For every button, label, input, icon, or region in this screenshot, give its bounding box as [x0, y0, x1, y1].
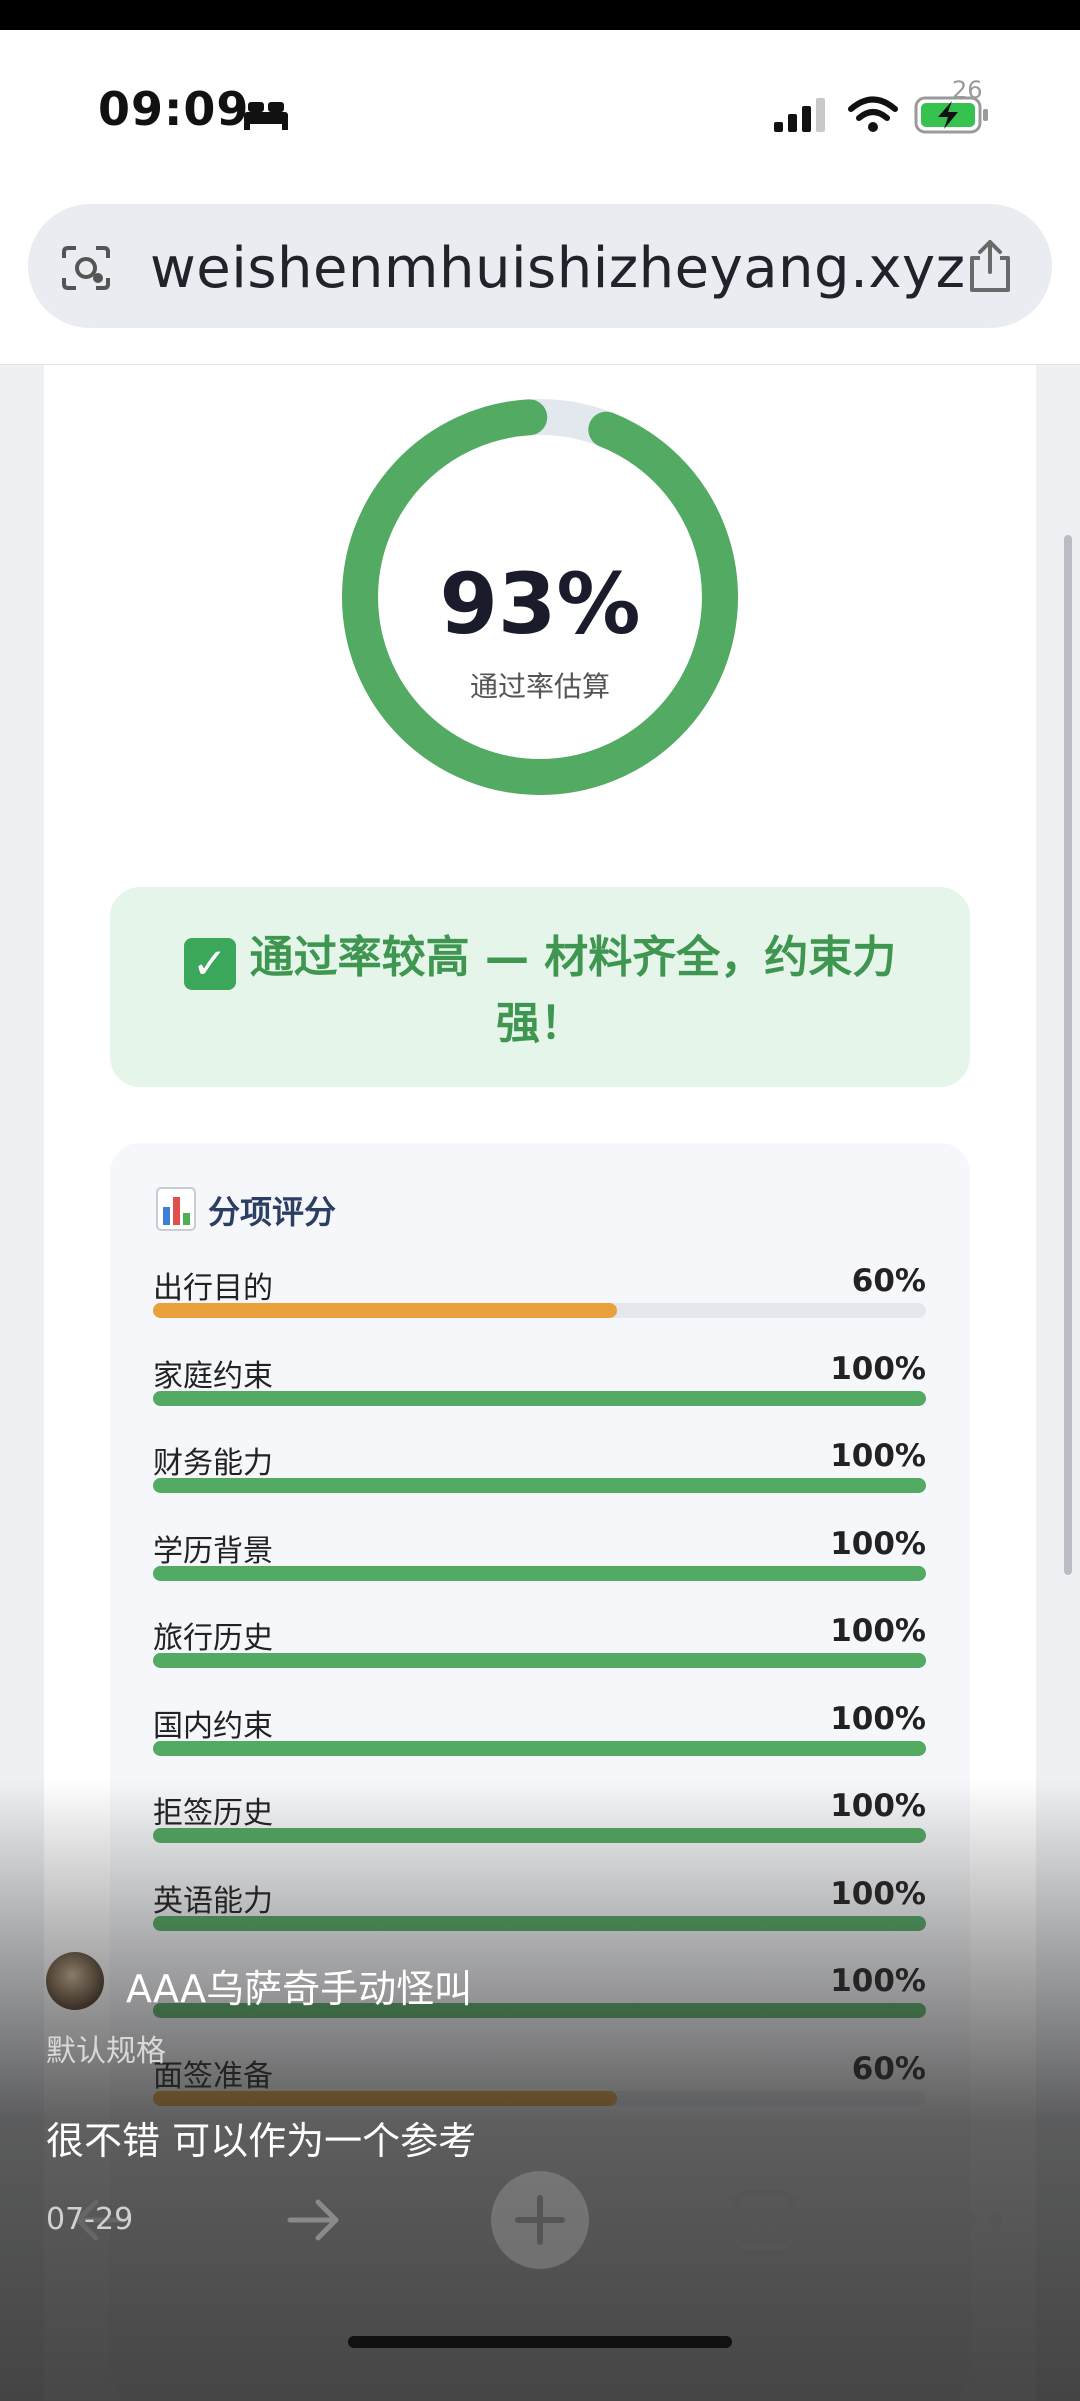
post-username[interactable]: AAA乌萨奇手动怪叫: [126, 1958, 472, 2013]
post-spec: 默认规格: [46, 2034, 166, 2069]
browser-toolbar: 22: [0, 2160, 1080, 2300]
score-bar-track: [153, 1653, 926, 1668]
score-bar-track: [153, 1740, 926, 1756]
score-value: 60%: [851, 1263, 926, 1299]
screen: { "status_bar": {"time": "09:09", "small…: [0, 0, 1080, 2401]
score-bar-track: [153, 1478, 926, 1493]
check-mark-icon: ✓: [183, 938, 236, 990]
tabs-button[interactable]: 22: [724, 2160, 804, 2280]
score-bar-fill: [153, 1740, 926, 1756]
tab-count: 22: [734, 2190, 794, 2250]
score-label: 国内约束: [153, 1708, 273, 1744]
page-scrollbar[interactable]: [1064, 535, 1072, 1575]
score-label: 出行目的: [153, 1271, 273, 1306]
score-row: 出行目的 60%: [153, 1263, 926, 1343]
status-time: 09:09: [98, 82, 250, 136]
address-bar[interactable]: weishenmhuishizheyang.xyz: [28, 204, 1052, 328]
new-tab-button[interactable]: [490, 2160, 590, 2280]
status-bar: 09:09 26: [0, 30, 1080, 200]
score-bar-track: [153, 1565, 926, 1581]
battery-charging-icon: [914, 96, 988, 134]
sleep-focus-icon: [244, 102, 288, 130]
score-value: 100%: [830, 1700, 926, 1737]
bar-chart-icon: [156, 1187, 196, 1231]
pass-rate-caption: 通过率估算: [469, 670, 610, 703]
post-comment: 很不错 可以作为一个参考: [46, 2119, 477, 2163]
score-value: 100%: [830, 1525, 926, 1562]
forward-arrow-icon: [287, 2199, 339, 2241]
score-label: 旅行历史: [153, 1621, 273, 1656]
score-breakdown-title: 分项评分: [208, 1193, 337, 1231]
url-text[interactable]: weishenmhuishizheyang.xyz: [150, 236, 966, 301]
wifi-icon: [848, 96, 898, 132]
score-row: 财务能力 100%: [153, 1438, 926, 1518]
score-value: 100%: [830, 1350, 926, 1387]
share-icon[interactable]: [964, 238, 1016, 294]
top-black-bar: [0, 0, 1080, 30]
more-menu-button[interactable]: [930, 2160, 1010, 2280]
score-bar-fill: [153, 1303, 617, 1318]
score-bar-fill: [153, 1653, 926, 1668]
score-label: 学历背景: [153, 1533, 273, 1569]
cellular-signal-icon: [774, 98, 825, 132]
plus-icon: [515, 2195, 565, 2245]
score-row: 旅行历史 100%: [153, 1613, 926, 1693]
score-row: 国内约束 100%: [153, 1701, 926, 1781]
score-row: 学历背景 100%: [153, 1526, 926, 1606]
pass-rate-gauge: 93% 通过率估算: [340, 397, 740, 801]
score-row: 家庭约束 100%: [153, 1351, 926, 1431]
score-bar-fill: [153, 1390, 926, 1406]
avatar[interactable]: [46, 1952, 104, 2010]
browser-address-area: weishenmhuishizheyang.xyz: [0, 180, 1080, 365]
pass-rate-value: 93%: [439, 555, 641, 653]
score-bar-track: [153, 1303, 926, 1318]
page-scan-icon[interactable]: [58, 244, 114, 292]
more-dots-icon: [938, 2213, 1002, 2227]
home-indicator[interactable]: [348, 2336, 732, 2348]
score-value: 100%: [830, 1613, 926, 1649]
score-bar-fill: [153, 1565, 926, 1581]
score-bar-fill: [153, 1478, 926, 1493]
verdict-text: 通过率较高 — 材料齐全，约束力强！: [249, 932, 897, 1049]
post-overlay: [0, 1780, 1080, 2401]
score-label: 财务能力: [153, 1446, 273, 1481]
verdict-banner: ✓ 通过率较高 — 材料齐全，约束力强！: [110, 887, 970, 1087]
forward-button[interactable]: [254, 2160, 374, 2280]
score-bar-track: [153, 1390, 926, 1406]
score-value: 100%: [830, 1438, 926, 1474]
post-date: 07-29: [46, 2202, 134, 2237]
score-label: 家庭约束: [153, 1358, 273, 1394]
